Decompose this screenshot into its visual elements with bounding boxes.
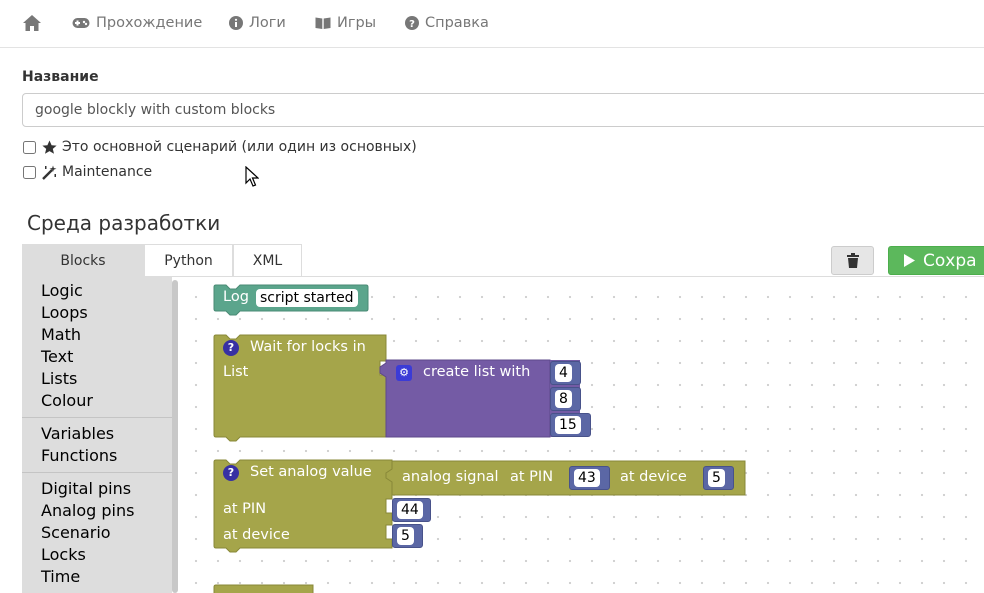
toolbox-locks[interactable]: Locks xyxy=(41,544,86,566)
play-icon xyxy=(904,254,915,267)
analog-signal-device-label: at device xyxy=(620,469,687,485)
blockly-workspace[interactable]: Log script started ? Wait for locks in L… xyxy=(180,277,984,593)
maintenance-row: Maintenance xyxy=(22,163,152,181)
tab-python[interactable]: Python xyxy=(144,244,233,277)
partial-block xyxy=(213,584,314,593)
nav-games-label: Игры xyxy=(337,15,377,31)
toolbox-math[interactable]: Math xyxy=(41,324,81,346)
info-icon xyxy=(229,16,243,30)
editor-tabs: Blocks Python XML xyxy=(22,244,302,277)
analog-label: Set analog value xyxy=(250,464,372,480)
analog-signal-label: analog signal xyxy=(402,469,499,485)
create-list-label: create list with xyxy=(423,364,531,380)
question-icon: ? xyxy=(405,16,419,30)
toolbox-loops[interactable]: Loops xyxy=(41,302,88,324)
toolbox-separator xyxy=(22,417,172,418)
home-link[interactable] xyxy=(22,12,48,34)
book-icon xyxy=(315,17,331,29)
analog-signal-pin-label: at PIN xyxy=(510,469,554,485)
name-input[interactable] xyxy=(22,93,984,127)
number-field[interactable]: 44 xyxy=(397,501,423,519)
number-field[interactable]: 43 xyxy=(574,469,600,487)
number-block[interactable]: 15 xyxy=(550,413,591,437)
magic-wand-icon xyxy=(42,165,57,180)
number-block[interactable]: 44 xyxy=(392,498,431,522)
log-label: Log xyxy=(223,289,249,305)
home-icon xyxy=(23,15,41,31)
number-field[interactable]: 15 xyxy=(555,416,581,434)
toolbox-functions[interactable]: Functions xyxy=(41,445,117,467)
nav-help[interactable]: ? Справка xyxy=(405,12,489,34)
help-icon[interactable]: ? xyxy=(223,465,239,481)
number-block[interactable]: 43 xyxy=(569,466,610,490)
number-field[interactable]: 8 xyxy=(555,390,572,408)
delete-button[interactable] xyxy=(831,246,874,275)
toolbox-time[interactable]: Time xyxy=(41,566,80,588)
nav-playthrough[interactable]: Прохождение xyxy=(72,12,202,34)
name-label: Название xyxy=(22,69,99,85)
toolbox-variables[interactable]: Variables xyxy=(41,423,114,445)
nav-help-label: Справка xyxy=(425,15,489,31)
toolbox-lists[interactable]: Lists xyxy=(41,368,77,390)
editor-title: Среда разработки xyxy=(27,211,221,235)
star-icon xyxy=(42,140,57,154)
wait-list-label: List xyxy=(223,364,249,380)
save-button-label: Сохра xyxy=(923,250,977,271)
number-block[interactable]: 4 xyxy=(550,361,581,385)
number-field[interactable]: 4 xyxy=(555,364,572,382)
log-text-field[interactable]: script started xyxy=(256,289,358,307)
save-button[interactable]: Сохра xyxy=(888,246,984,275)
toolbox-digital-pins[interactable]: Digital pins xyxy=(41,478,131,500)
toolbox-separator xyxy=(22,472,172,473)
toolbox-text[interactable]: Text xyxy=(41,346,73,368)
number-field[interactable]: 5 xyxy=(708,469,725,487)
gear-icon[interactable]: ⚙ xyxy=(396,365,412,381)
main-scenario-checkbox[interactable] xyxy=(23,140,36,154)
main-scenario-row: Это основной сценарий (или один из основ… xyxy=(22,138,417,156)
toolbox-analog-pins[interactable]: Analog pins xyxy=(41,500,134,522)
number-block[interactable]: 5 xyxy=(703,466,734,490)
top-nav: Прохождение Логи Игры ? Справка xyxy=(0,0,984,48)
number-block[interactable]: 5 xyxy=(392,524,423,548)
nav-playthrough-label: Прохождение xyxy=(96,15,203,31)
nav-logs[interactable]: Логи xyxy=(229,12,286,34)
main-scenario-label: Это основной сценарий (или один из основ… xyxy=(62,139,417,155)
number-field[interactable]: 5 xyxy=(397,527,414,545)
toolbox-colour[interactable]: Colour xyxy=(41,390,93,412)
toolbox-scenario[interactable]: Scenario xyxy=(41,522,111,544)
blockly-toolbox: Logic Loops Math Text Lists Colour Varia… xyxy=(22,277,172,593)
mouse-cursor-icon xyxy=(245,166,259,187)
nav-games[interactable]: Игры xyxy=(315,12,376,34)
trash-icon xyxy=(846,253,859,268)
at-pin-label: at PIN xyxy=(223,501,267,517)
tab-blocks[interactable]: Blocks xyxy=(22,244,144,277)
toolbox-scrollbar[interactable] xyxy=(172,280,178,593)
gamepad-icon xyxy=(72,18,90,28)
number-block[interactable]: 8 xyxy=(550,387,581,411)
at-device-label: at device xyxy=(223,527,290,543)
svg-text:?: ? xyxy=(409,19,415,30)
help-icon[interactable]: ? xyxy=(223,340,239,356)
maintenance-checkbox[interactable] xyxy=(23,165,36,179)
tab-xml[interactable]: XML xyxy=(233,244,302,277)
wait-label: Wait for locks in xyxy=(250,339,366,355)
nav-logs-label: Логи xyxy=(249,15,286,31)
maintenance-label: Maintenance xyxy=(62,164,153,180)
toolbox-logic[interactable]: Logic xyxy=(41,280,83,302)
